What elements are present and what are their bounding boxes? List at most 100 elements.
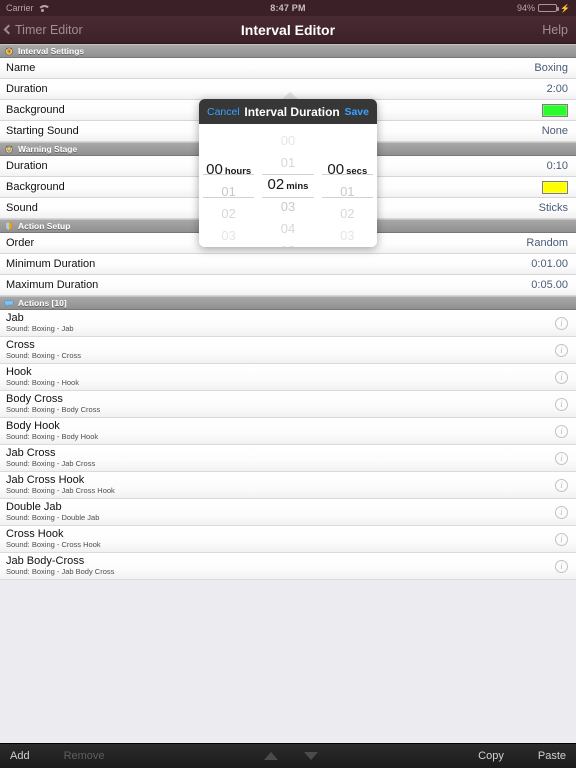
remove-button[interactable]: Remove — [64, 750, 105, 762]
status-bar-time: 8:47 PM — [270, 3, 306, 13]
settings-row-minimum-duration[interactable]: Minimum Duration 0:01.00 — [0, 254, 576, 275]
settings-row-maximum-duration[interactable]: Maximum Duration 0:05.00 — [0, 275, 576, 296]
picker-option[interactable]: 02 — [199, 203, 258, 225]
settings-row-value: 0:01.00 — [531, 258, 568, 270]
picker-unit-label: hours — [224, 166, 252, 177]
back-button[interactable]: Timer Editor — [0, 23, 83, 37]
settings-row-value: None — [541, 125, 568, 137]
action-text-block: Jab Sound: Boxing - Jab — [6, 313, 74, 333]
popover-cancel-button[interactable]: Cancel — [207, 106, 240, 118]
settings-row-value: 2:00 — [546, 83, 568, 95]
action-name: Jab Body-Cross — [6, 555, 85, 567]
interval-duration-popover: Cancel Interval Duration Save 00 hours 01 0… — [199, 99, 377, 247]
action-name: Jab Cross Hook — [6, 474, 85, 486]
picker-option[interactable]: 03 — [258, 196, 317, 218]
action-list-item[interactable]: Jab Sound: Boxing - Jab i — [0, 310, 576, 337]
battery-icon — [538, 4, 560, 12]
action-name: Body Cross — [6, 393, 63, 405]
add-button[interactable]: Add — [10, 750, 30, 762]
action-text-block: Hook Sound: Boxing - Hook — [6, 367, 79, 387]
triangle-down-icon[interactable] — [304, 752, 319, 760]
action-list-item[interactable]: Double Jab Sound: Boxing - Double Jab i — [0, 499, 576, 526]
picker-column-mins[interactable]: 000102mins030405 — [258, 124, 317, 247]
action-list-item[interactable]: Hook Sound: Boxing - Hook i — [0, 364, 576, 391]
info-circle-icon[interactable]: i — [555, 559, 568, 573]
action-sound: Sound: Boxing - Cross Hook — [6, 540, 101, 549]
color-swatch[interactable] — [542, 103, 568, 117]
info-circle-icon[interactable]: i — [555, 451, 568, 465]
settings-row-label: Maximum Duration — [6, 279, 99, 291]
popover-title: Interval Duration — [244, 104, 340, 119]
settings-row-label: Minimum Duration — [6, 258, 96, 270]
action-list-item[interactable]: Cross Hook Sound: Boxing - Cross Hook i — [0, 526, 576, 553]
info-circle-icon[interactable]: i — [555, 478, 568, 492]
picker-option[interactable]: 01 — [199, 181, 258, 203]
picker-option[interactable]: 03 — [199, 225, 258, 247]
action-text-block: Body Cross Sound: Boxing - Body Cross — [6, 394, 100, 414]
chevron-left-icon — [3, 24, 14, 35]
action-sound: Sound: Boxing - Double Jab — [6, 513, 100, 522]
action-text-block: Jab Body-Cross Sound: Boxing - Jab Body C… — [6, 556, 114, 576]
action-sound: Sound: Boxing - Body Cross — [6, 405, 101, 414]
picker-selected-number: 00 — [206, 161, 223, 178]
section-header-label: Action Setup — [18, 221, 71, 231]
settings-row-value: Boxing — [534, 62, 568, 74]
paste-button[interactable]: Paste — [538, 750, 566, 762]
page-title: Interval Editor — [240, 21, 336, 38]
action-text-block: Cross Sound: Boxing - Cross — [6, 340, 81, 360]
warning-bell-icon — [5, 145, 13, 154]
picker-option[interactable]: 05 — [258, 240, 317, 247]
info-circle-icon[interactable]: i — [555, 397, 568, 411]
copy-button[interactable]: Copy — [478, 750, 504, 762]
navigation-bar: Timer Editor Interval Editor Help — [0, 16, 576, 44]
settings-row-value: Random — [526, 237, 568, 249]
help-button[interactable]: Help — [542, 23, 576, 37]
picker-option[interactable]: 03 — [318, 225, 377, 247]
action-list-item[interactable]: Jab Cross Hook Sound: Boxing - Jab Cross … — [0, 472, 576, 499]
color-swatch[interactable] — [542, 180, 568, 194]
back-button-label: Timer Editor — [15, 22, 83, 37]
info-circle-icon[interactable]: i — [555, 343, 568, 357]
section-header-label: Interval Settings — [18, 46, 85, 56]
settings-row-label: Starting Sound — [6, 125, 79, 137]
picker-option[interactable]: 01 — [258, 152, 317, 174]
picker-option[interactable] — [199, 130, 258, 145]
picker-unit-label: secs — [346, 166, 368, 177]
info-circle-icon[interactable]: i — [555, 424, 568, 438]
picker-option[interactable] — [318, 130, 377, 145]
picker-unit-label: mins — [286, 181, 309, 192]
battery-percent-label: 94% — [517, 3, 536, 13]
picker-column-hours[interactable]: 00 hours 01 02 03 — [199, 124, 258, 247]
action-list-item[interactable]: Jab Cross Sound: Boxing - Jab Cross i — [0, 445, 576, 472]
alarm-clock-icon — [5, 47, 13, 56]
picker-option[interactable]: 04 — [258, 218, 317, 240]
speech-bubble-icon — [4, 300, 14, 307]
section-header-label: Warning Stage — [18, 144, 78, 154]
action-list-item[interactable]: Body Hook Sound: Boxing - Body Hook i — [0, 418, 576, 445]
action-list-item[interactable]: Cross Sound: Boxing - Cross i — [0, 337, 576, 364]
picker-selected-value[interactable]: 00 secs — [318, 159, 377, 181]
info-circle-icon[interactable]: i — [555, 505, 568, 519]
info-circle-icon[interactable]: i — [555, 316, 568, 330]
info-circle-icon[interactable]: i — [555, 532, 568, 546]
picker-selected-value[interactable]: 00 hours — [199, 159, 258, 181]
popover-save-button[interactable]: Save — [344, 106, 369, 118]
picker-option[interactable]: 00 — [258, 130, 317, 152]
settings-row-name[interactable]: Name Boxing — [0, 58, 576, 79]
picker-column-secs[interactable]: 00 secs 01 02 03 — [318, 124, 377, 247]
interval-editor-screen: Carrier 8:47 PM 94% ⚡ Timer Editor Inter… — [0, 0, 576, 768]
info-circle-icon[interactable]: i — [555, 370, 568, 384]
picker-option[interactable]: 02 — [318, 203, 377, 225]
action-list-item[interactable]: Body Cross Sound: Boxing - Body Cross i — [0, 391, 576, 418]
picker-option[interactable] — [199, 145, 258, 160]
duration-picker[interactable]: 00hours010203000102mins03040500secs01020… — [199, 124, 377, 247]
picker-option[interactable] — [318, 145, 377, 160]
picker-selected-value[interactable]: 02 mins — [258, 174, 317, 196]
status-bar-right: 94% ⚡ — [517, 3, 570, 13]
triangle-up-icon[interactable] — [264, 752, 279, 760]
action-list-item[interactable]: Jab Body-Cross Sound: Boxing - Jab Body C… — [0, 553, 576, 580]
popover-header: Cancel Interval Duration Save — [199, 99, 377, 124]
action-name: Cross Hook — [6, 528, 64, 540]
picker-option[interactable]: 01 — [318, 181, 377, 203]
picker-selected-number: 00 — [327, 161, 345, 178]
